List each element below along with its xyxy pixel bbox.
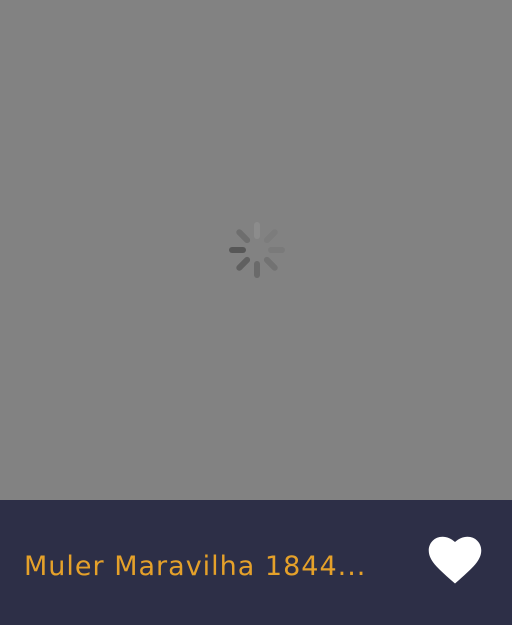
bottom-bar: Muler Maravilha 1844... <box>0 500 512 625</box>
image-placeholder <box>0 0 512 500</box>
item-title: Muler Maravilha 1844... <box>24 551 367 582</box>
loading-spinner-icon <box>229 222 285 278</box>
heart-icon <box>428 536 482 584</box>
favorite-button[interactable] <box>425 530 485 590</box>
